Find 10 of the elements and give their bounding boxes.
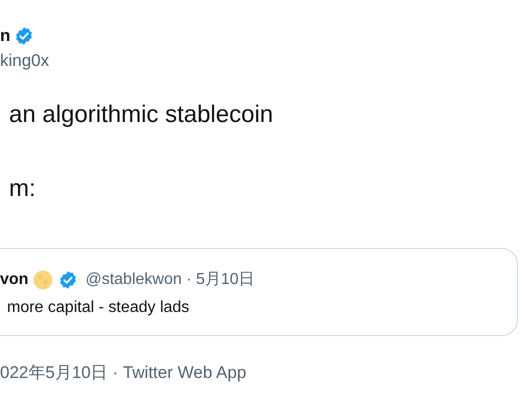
quoted-author-name: von bbox=[0, 270, 28, 288]
author-name[interactable]: n bbox=[0, 26, 10, 46]
quoted-handle-date: @stablekwon · 5月10日 bbox=[85, 270, 255, 290]
quoted-tweet-text: more capital - steady lads bbox=[6, 299, 190, 317]
tweet-text: m: bbox=[8, 175, 37, 203]
tweet-text: an algorithmic stablecoin bbox=[8, 101, 274, 129]
author-handle[interactable]: king0x bbox=[0, 51, 520, 71]
tweet-timestamp: 022年5月10日 · Twitter Web App bbox=[0, 362, 248, 384]
moon-emoji-icon bbox=[33, 270, 54, 290]
quoted-tweet-card[interactable]: von @stablekwon · 5月10日 more capital - steady lads bbox=[0, 248, 518, 336]
